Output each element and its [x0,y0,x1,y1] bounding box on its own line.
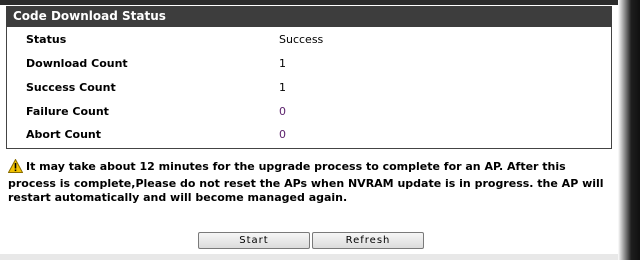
failure-count-value: 0 [279,105,286,118]
failure-count-label: Failure Count [26,105,109,118]
bottom-strip [0,254,640,260]
notice-text: It may take about 12 minutes for the upg… [8,160,604,204]
download-count-label: Download Count [26,57,128,70]
upgrade-notice: It may take about 12 minutes for the upg… [7,158,608,205]
success-count-value: 1 [279,81,286,94]
refresh-button[interactable]: Refresh [312,232,424,249]
abort-count-label: Abort Count [26,128,102,141]
top-bar [0,0,640,5]
abort-count-value: 0 [279,128,286,141]
warning-icon [7,158,24,177]
table-row-failure-count: Failure Count 0 [7,102,611,122]
table-row-download-count: Download Count 1 [7,54,611,74]
table-row-success-count: Success Count 1 [7,78,611,98]
start-button[interactable]: Start [198,232,310,249]
status-label: Status [26,33,67,46]
table-row-status: Status Success [7,30,611,50]
table-row-abort-count: Abort Count 0 [7,125,611,145]
panel-title: Code Download Status [6,6,612,27]
status-value: Success [279,33,324,46]
code-download-page: Code Download Status Status Success Down… [0,0,640,260]
success-count-label: Success Count [26,81,116,94]
status-table: Status Success Download Count 1 Success … [6,27,612,149]
download-count-value: 1 [279,57,286,70]
right-edge-shadow [618,0,640,260]
